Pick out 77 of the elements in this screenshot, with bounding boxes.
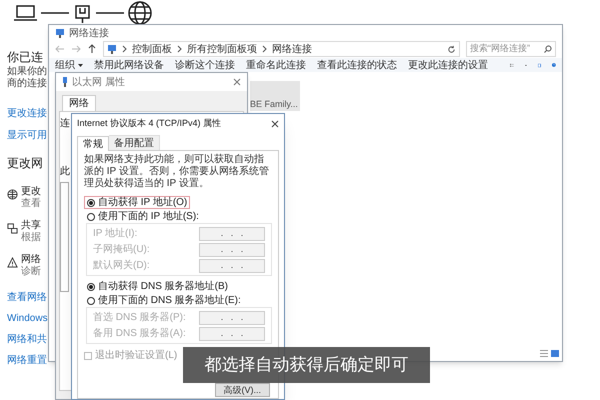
radio-button[interactable] (87, 296, 95, 304)
search-icon (544, 45, 552, 53)
adapter-item[interactable]: BE Family... (250, 81, 300, 111)
breadcrumb-item[interactable]: 网络连接 (272, 42, 312, 56)
dialog-tab[interactable]: 网络 (62, 95, 96, 111)
radio-button[interactable] (87, 282, 95, 290)
network-folder-icon (55, 28, 65, 38)
settings-link[interactable]: 显示可用 (7, 130, 48, 142)
network-folder-icon (107, 44, 117, 54)
toolbar-command[interactable]: 重命名此连接 (246, 58, 306, 72)
ethernet-cable-icon (62, 77, 68, 87)
partial-label: 此 (60, 166, 70, 178)
radio-option[interactable]: 使用下面的 IP 地址(S): (84, 210, 202, 223)
radio-option[interactable]: 使用下面的 DNS 服务器地址(E): (84, 294, 244, 307)
search-field[interactable]: 搜索“网络连接” (466, 41, 556, 57)
field-label: 子网掩码(U): (93, 243, 150, 257)
settings-link[interactable]: 网络重置 (7, 355, 48, 367)
up-icon[interactable] (87, 44, 97, 54)
toolbar-command[interactable]: 禁用此网络设备 (94, 58, 164, 72)
globe-icon (7, 189, 18, 200)
option-title[interactable]: 更改 (21, 186, 41, 198)
close-icon[interactable] (233, 78, 241, 86)
details-view-icon[interactable] (540, 350, 548, 357)
toolbar-command[interactable]: 更改此连接的设置 (408, 58, 488, 72)
dialog-title: Internet 协议版本 4 (TCP/IPv4) 属性 (77, 117, 222, 130)
option-description: 诊断 (21, 266, 41, 278)
page-heading: 你已连 (7, 50, 44, 64)
field-label: IP 地址(I): (93, 226, 138, 241)
window-title: 网络连接 (69, 26, 109, 40)
dialog-tab[interactable]: 备用配置 (109, 135, 160, 150)
ip-address-field[interactable]: . . . (199, 310, 265, 324)
caret-icon (78, 64, 83, 66)
settings-link[interactable]: 更改连接 (7, 108, 48, 120)
option-description: 根据 (21, 232, 41, 244)
description-text: 商的连接 (7, 78, 48, 90)
organize-menu[interactable]: 组织 (55, 58, 83, 72)
refresh-icon[interactable] (447, 44, 456, 54)
chevron-icon (122, 45, 127, 53)
radio-button[interactable] (87, 198, 95, 206)
option-title[interactable]: 共享 (21, 220, 41, 232)
help-icon[interactable] (552, 60, 556, 70)
video-subtitle: 都选择自动获得后确定即可 (183, 347, 430, 383)
checkbox[interactable] (84, 352, 92, 360)
ip-address-field[interactable]: . . . (199, 242, 265, 256)
toolbar-command[interactable]: 诊断这个连接 (175, 58, 235, 72)
window-title: 以太网 属性 (72, 76, 126, 90)
partial-label: 连 (60, 118, 70, 130)
option-title[interactable]: 网络 (21, 254, 41, 266)
breadcrumb-item[interactable]: 控制面板 (132, 42, 172, 56)
radio-option[interactable]: 自动获得 IP 地址(O) (84, 196, 190, 209)
radio-option[interactable]: 自动获得 DNS 服务器地址(B) (84, 280, 231, 293)
field-label: 默认网关(D): (93, 258, 150, 273)
settings-link[interactable]: 查看网络 (7, 292, 48, 304)
settings-link[interactable]: 网络和共 (7, 334, 48, 346)
description-text: 如果你的 (7, 66, 48, 78)
settings-link[interactable]: Windows (7, 313, 48, 325)
warning-icon (7, 257, 18, 268)
field-label: 首选 DNS 服务器(P): (93, 310, 186, 325)
chevron-icon (177, 45, 182, 53)
chevron-icon (262, 45, 267, 53)
ip-address-field[interactable]: . . . (199, 258, 265, 272)
dialog-tab[interactable]: 常规 (77, 136, 109, 151)
preview-pane-icon[interactable] (538, 60, 542, 70)
list-box[interactable] (60, 182, 69, 292)
ip-address-field[interactable]: . . . (199, 226, 265, 240)
breadcrumb-item[interactable]: 所有控制面板项 (187, 42, 257, 56)
section-heading: 更改网 (7, 156, 44, 170)
field-label: 备用 DNS 服务器(A): (93, 327, 186, 341)
description-text: 如果网络支持此功能，则可以获取自动指派的 IP 设置。否则，你需要从网络系统管理员处获得适当的 IP 设置。 (84, 154, 270, 190)
close-icon[interactable] (271, 120, 279, 128)
option-description: 查看 (21, 198, 41, 210)
address-bar[interactable]: 控制面板 所有控制面板项 网络连接 (103, 41, 460, 57)
ip-address-field[interactable]: . . . (199, 326, 265, 340)
toolbar-command[interactable]: 查看此连接的状态 (317, 58, 397, 72)
radio-button[interactable] (87, 212, 95, 220)
devices-icon (7, 223, 18, 234)
advanced-button[interactable]: 高级(V)... (214, 383, 270, 397)
